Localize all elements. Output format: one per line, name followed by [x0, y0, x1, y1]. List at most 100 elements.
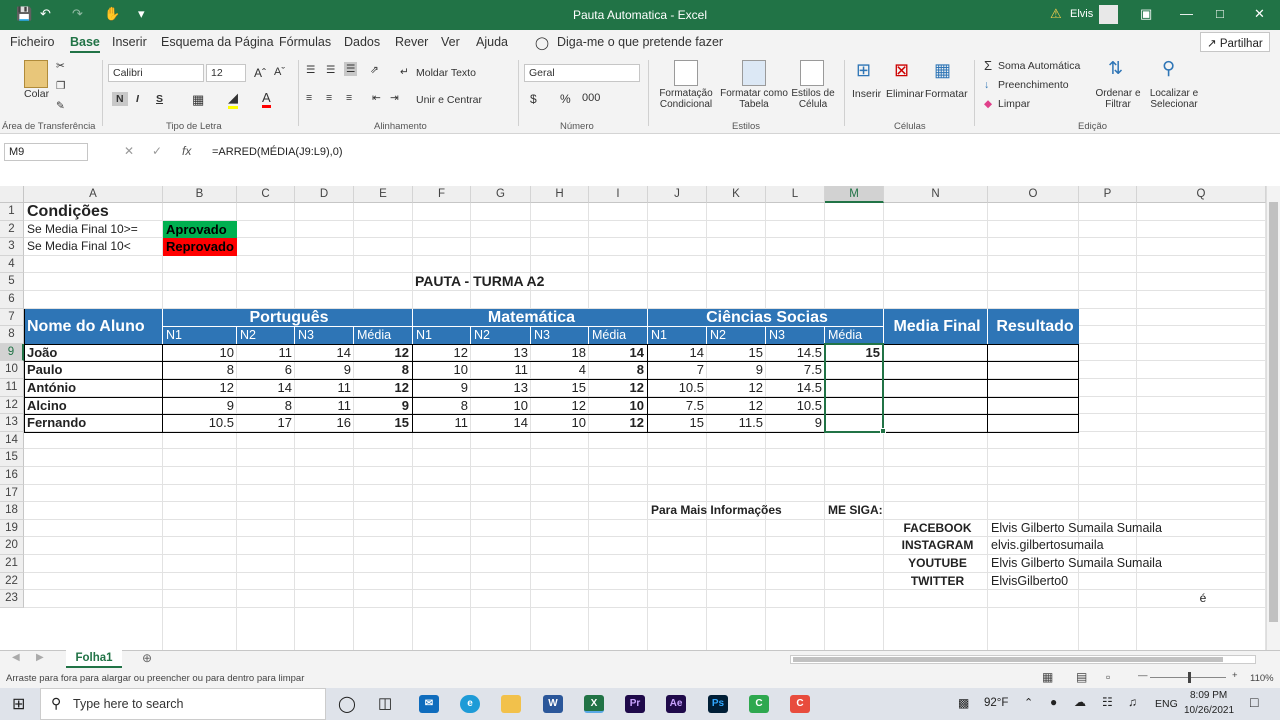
currency-icon[interactable]: $ — [530, 92, 537, 106]
result-cell[interactable] — [988, 343, 1079, 362]
format-painter-icon[interactable]: ✎ — [56, 100, 65, 112]
tab-base[interactable]: Base — [70, 35, 100, 53]
microphone-icon[interactable]: ● — [1050, 695, 1057, 709]
format-table-icon[interactable] — [742, 60, 766, 86]
final-average-cell[interactable] — [884, 343, 988, 362]
zoom-slider-thumb[interactable] — [1188, 672, 1191, 683]
battery-icon[interactable]: ▩ — [958, 696, 969, 710]
row-header-8[interactable]: 8 — [0, 326, 24, 344]
row-header-11[interactable]: 11 — [0, 379, 24, 397]
decrease-indent-icon[interactable]: ⇤ — [372, 92, 381, 104]
column-header-b[interactable]: B — [163, 186, 237, 203]
next-sheet-icon[interactable]: ▶ — [36, 652, 44, 663]
formula-input[interactable]: =ARRED(MÉDIA(J9:L9),0) — [212, 146, 343, 158]
percent-icon[interactable]: % — [560, 92, 571, 106]
row-header-15[interactable]: 15 — [0, 449, 24, 467]
row-header-18[interactable]: 18 — [0, 502, 24, 520]
clear-icon[interactable]: ◆ — [984, 98, 992, 110]
cancel-icon[interactable]: ✕ — [124, 144, 134, 158]
find-select-icon[interactable]: ⚲ — [1162, 58, 1175, 79]
vertical-scroll-thumb[interactable] — [1269, 202, 1278, 622]
zoom-in-icon[interactable]: + — [1232, 670, 1238, 681]
fill-icon[interactable]: ↓ — [984, 79, 989, 91]
add-sheet-icon[interactable]: ⊕ — [142, 651, 152, 665]
grade-value[interactable]: 14 — [295, 344, 354, 362]
grade-value[interactable]: 13 — [471, 379, 531, 397]
find-select-label[interactable]: Localizar e Selecionar — [1144, 88, 1204, 110]
row-header-2[interactable]: 2 — [0, 220, 24, 239]
grade-value[interactable]: 16 — [295, 414, 354, 432]
sheet-tab-folha1[interactable]: Folha1 — [66, 650, 122, 668]
minimize-icon[interactable]: — — [1180, 6, 1193, 21]
tab-ajuda[interactable]: Ajuda — [476, 35, 508, 49]
align-top-icon[interactable]: ☰ — [306, 64, 315, 76]
grade-value[interactable]: 10 — [163, 344, 237, 362]
photoshop-icon[interactable]: Ps — [708, 695, 728, 713]
column-header-h[interactable]: H — [531, 186, 589, 203]
italic-button[interactable]: I — [136, 93, 139, 105]
row-header-19[interactable]: 19 — [0, 519, 24, 538]
merge-center-label[interactable]: Unir e Centrar — [416, 94, 482, 106]
fill-label[interactable]: Preenchimento — [998, 79, 1069, 91]
sort-filter-icon[interactable]: ⇅ — [1108, 58, 1123, 79]
horizontal-scrollbar[interactable] — [790, 655, 1256, 664]
column-header-l[interactable]: L — [766, 186, 825, 203]
column-header-d[interactable]: D — [295, 186, 354, 203]
close-icon[interactable]: ✕ — [1254, 6, 1265, 22]
row-header-12[interactable]: 12 — [0, 396, 24, 415]
grade-value[interactable]: 10 — [471, 397, 531, 415]
grade-value[interactable]: 12 — [413, 344, 471, 362]
tab-esquema[interactable]: Esquema da Página — [161, 35, 274, 49]
excel-icon[interactable]: X — [584, 695, 604, 713]
column-header-q[interactable]: Q — [1137, 186, 1266, 203]
grade-value[interactable]: 8 — [237, 397, 295, 415]
language-indicator[interactable]: ENG — [1155, 698, 1178, 710]
result-cell[interactable] — [988, 379, 1079, 397]
volume-icon[interactable]: ♫ — [1128, 695, 1137, 709]
tab-inserir[interactable]: Inserir — [112, 35, 147, 49]
row-header-10[interactable]: 10 — [0, 361, 24, 379]
grade-value[interactable]: 7.5 — [648, 397, 707, 415]
insert-cells-label[interactable]: Inserir — [852, 88, 881, 100]
underline-button[interactable]: S — [156, 93, 163, 105]
tell-me-input[interactable]: Diga-me o que pretende fazer — [557, 35, 723, 49]
ribbon-display-icon[interactable]: ▣ — [1140, 6, 1152, 22]
column-header-c[interactable]: C — [237, 186, 295, 203]
wrap-text-icon[interactable]: ↵ — [400, 66, 409, 78]
zoom-level[interactable]: 110% — [1250, 673, 1274, 684]
grade-value[interactable]: 10 — [531, 414, 589, 432]
result-cell[interactable] — [988, 396, 1079, 415]
page-layout-icon[interactable]: ▤ — [1076, 670, 1087, 684]
column-header-k[interactable]: K — [707, 186, 766, 203]
cortana-icon[interactable]: ◯ — [338, 694, 356, 714]
camtasia-green-icon[interactable]: C — [749, 695, 769, 713]
cloud-icon[interactable]: ☁ — [1074, 695, 1086, 709]
grade-average[interactable]: 15 — [354, 414, 413, 432]
column-header-a[interactable]: A — [24, 186, 163, 203]
column-header-o[interactable]: O — [988, 186, 1079, 203]
name-box[interactable]: M9 — [4, 143, 88, 161]
row-header-14[interactable]: 14 — [0, 431, 24, 450]
share-button[interactable]: ↗ Partilhar — [1200, 32, 1270, 52]
format-cells-label[interactable]: Formatar — [925, 88, 968, 100]
cell-styles-icon[interactable] — [800, 60, 824, 86]
select-all-corner[interactable] — [0, 186, 24, 203]
windows-start-icon[interactable]: ⊞ — [12, 694, 25, 714]
edge-icon[interactable]: e — [460, 695, 480, 713]
grade-value[interactable]: 8 — [163, 361, 237, 379]
grade-value[interactable]: 9 — [413, 379, 471, 397]
grade-value[interactable]: 15 — [648, 414, 707, 432]
grade-value[interactable]: 13 — [471, 344, 531, 362]
grade-value[interactable]: 10 — [413, 361, 471, 379]
row-header-21[interactable]: 21 — [0, 555, 24, 573]
maximize-icon[interactable]: □ — [1216, 6, 1224, 21]
cell-styles-label[interactable]: Estilos de Célula — [790, 88, 836, 110]
grow-font-icon[interactable]: Aˆ — [254, 66, 266, 80]
delete-cells-label[interactable]: Eliminar — [886, 88, 924, 100]
grade-value[interactable]: 18 — [531, 344, 589, 362]
grade-value[interactable]: 7 — [648, 361, 707, 379]
grade-value[interactable]: 12 — [707, 397, 766, 415]
grade-value[interactable]: 10.5 — [648, 379, 707, 397]
selection-range[interactable] — [824, 342, 884, 433]
column-header-m[interactable]: M — [825, 186, 884, 203]
